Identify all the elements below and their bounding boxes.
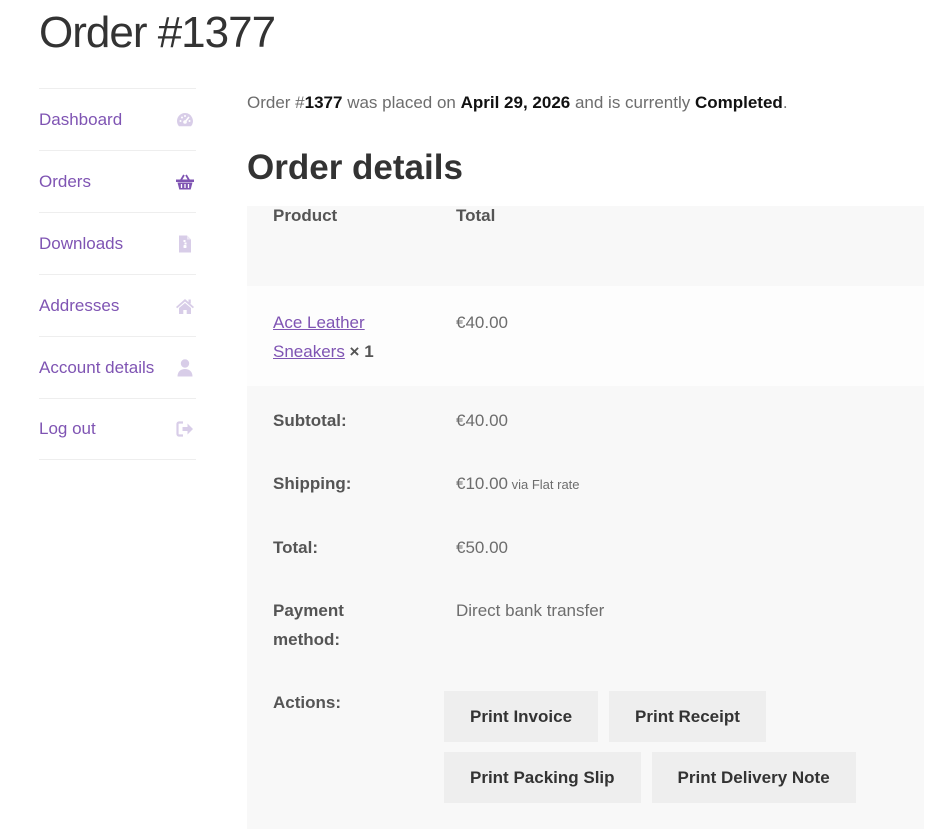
product-name-line2: Sneakers	[273, 342, 345, 361]
order-summary: Order #1377 was placed on April 29, 2026…	[247, 88, 924, 118]
payment-method-row: Payment method: Direct bank transfer	[247, 576, 924, 668]
total-value: €50.00	[456, 538, 508, 557]
home-icon	[174, 295, 196, 317]
print-invoice-button[interactable]: Print Invoice	[444, 691, 599, 742]
table-header-row: Product Total	[247, 206, 924, 286]
sidebar-item-label: Addresses	[39, 295, 120, 315]
order-status: Completed	[694, 93, 783, 112]
print-packing-slip-button[interactable]: Print Packing Slip	[444, 752, 641, 803]
summary-status-text: and is currently	[570, 93, 695, 112]
product-total: €40.00	[456, 313, 508, 332]
sidebar-item-orders[interactable]: Orders	[39, 150, 196, 212]
actions-group: Print Invoice Print Receipt Print Packin…	[439, 688, 859, 825]
subtotal-value: €40.00	[456, 411, 508, 430]
print-receipt-button[interactable]: Print Receipt	[609, 691, 766, 742]
order-details-table: Product Total Ace Leather Sneakers × 1 €4…	[247, 206, 924, 829]
sidebar-item-label: Account details	[39, 357, 155, 377]
actions-label: Actions:	[273, 693, 341, 712]
print-delivery-note-button[interactable]: Print Delivery Note	[651, 752, 856, 803]
shipping-value: €10.00	[456, 474, 508, 493]
subtotal-row: Subtotal: €40.00	[247, 386, 924, 449]
total-label: Total:	[273, 538, 319, 557]
sidebar-item-label: Downloads	[39, 233, 124, 253]
summary-placed-text: was placed on	[342, 93, 461, 112]
product-cell: Ace Leather Sneakers × 1	[247, 286, 430, 386]
order-date: April 29, 2026	[460, 93, 571, 112]
table-row: Ace Leather Sneakers × 1 €40.00	[247, 286, 924, 386]
sidebar-item-dashboard[interactable]: Dashboard	[39, 88, 196, 150]
basket-icon	[174, 171, 196, 193]
sidebar-item-label: Dashboard	[39, 109, 123, 129]
order-details-title: Order details	[247, 148, 463, 187]
sidebar-item-downloads[interactable]: Downloads	[39, 212, 196, 274]
sidebar-item-addresses[interactable]: Addresses	[39, 274, 196, 336]
header-total: Total	[456, 206, 496, 225]
dashboard-gauge-icon	[174, 109, 196, 131]
payment-label-line1: Payment	[273, 601, 344, 620]
actions-cell: Print Invoice Print Receipt Print Packin…	[430, 668, 924, 829]
product-quantity: × 1	[344, 342, 374, 361]
actions-row: Actions: Print Invoice Print Receipt Pri…	[247, 668, 924, 829]
order-number: 1377	[304, 93, 343, 112]
account-navigation: Dashboard Orders Downloads Addresses Acc…	[39, 88, 196, 460]
product-name-line1: Ace Leather	[273, 313, 365, 332]
header-product: Product	[273, 206, 338, 225]
payment-label-line2: method:	[273, 630, 341, 649]
file-download-icon	[174, 233, 196, 255]
order-content: Order #1377 was placed on April 29, 2026…	[247, 88, 924, 829]
sidebar-item-label: Log out	[39, 419, 96, 438]
payment-method-label: Payment method:	[247, 576, 430, 668]
sidebar-item-label: Orders	[39, 171, 91, 191]
logout-icon	[174, 418, 196, 440]
sidebar-item-account-details[interactable]: Account details	[39, 336, 196, 398]
page-title: Order #1377	[39, 8, 276, 57]
user-icon	[174, 357, 196, 379]
shipping-label: Shipping:	[273, 474, 352, 493]
shipping-method: via Flat rate	[508, 477, 580, 492]
total-row: Total: €50.00	[247, 513, 924, 576]
shipping-row: Shipping: €10.00 via Flat rate	[247, 449, 924, 513]
summary-prefix: Order #	[247, 93, 305, 112]
subtotal-label: Subtotal:	[273, 411, 347, 430]
shipping-cell: €10.00 via Flat rate	[430, 449, 924, 513]
sidebar-item-logout[interactable]: Log out	[39, 398, 196, 460]
summary-end: .	[782, 93, 788, 112]
payment-method-value: Direct bank transfer	[456, 601, 605, 620]
